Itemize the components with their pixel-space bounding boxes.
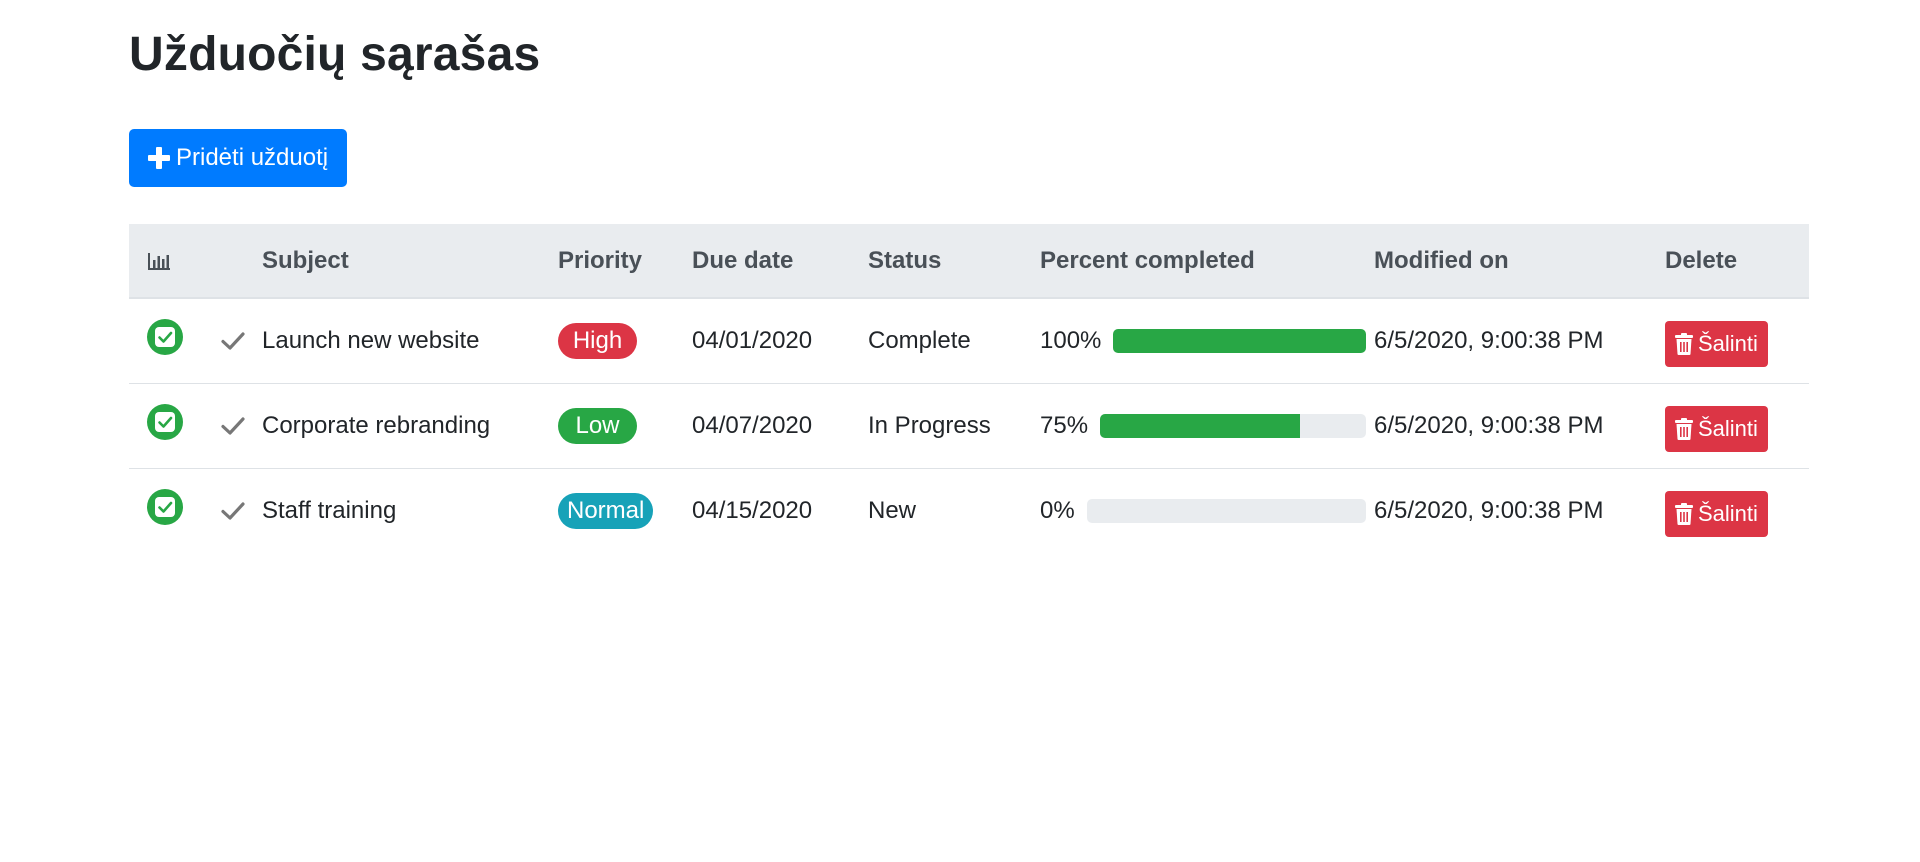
delete-button[interactable]: Šalinti (1665, 320, 1768, 367)
priority-cell: Low (558, 383, 692, 468)
task-subject[interactable]: Launch new website (262, 298, 558, 383)
percent-label: 0% (1040, 496, 1075, 524)
delete-button-label: Šalinti (1698, 500, 1758, 526)
percent-label: 100% (1040, 326, 1102, 354)
header-delete: Delete (1665, 224, 1809, 299)
progress-bar (1113, 328, 1366, 353)
priority-badge: Normal (558, 492, 654, 529)
task-due-date: 04/15/2020 (692, 496, 813, 524)
percent-cell: 100% (1040, 298, 1374, 383)
header-status[interactable]: Status (868, 224, 1040, 299)
task-status: Complete (868, 326, 971, 354)
row-tick-cell (220, 298, 262, 383)
delete-button-label: Šalinti (1698, 415, 1758, 441)
delete-cell: Šalinti (1665, 298, 1809, 383)
check-square-icon[interactable] (147, 319, 183, 356)
delete-cell: Šalinti (1665, 383, 1809, 468)
row-tick-cell (220, 383, 262, 468)
tasks-table: Subject Priority Due date Status Percent… (129, 224, 1809, 553)
tasks-table-body: Launch new website High 04/01/2020 Complete… (129, 298, 1809, 553)
progress-bar-fill (1113, 328, 1366, 353)
task-subject[interactable]: Staff training (262, 468, 558, 553)
page-title: Užduočių sąrašas (129, 28, 541, 81)
table-row: Staff training Normal 04/15/2020 New 0% 6/5/2… (129, 468, 1809, 553)
plus-icon (148, 147, 170, 169)
table-row: Corporate rebranding Low 04/07/2020 In Prog… (129, 383, 1809, 468)
row-tick-cell (220, 468, 262, 553)
check-square-icon[interactable] (147, 404, 183, 440)
table-row: Launch new website High 04/01/2020 Complete… (129, 298, 1809, 383)
row-done-cell (129, 383, 220, 468)
progress-bar (1100, 413, 1366, 438)
delete-button[interactable]: Šalinti (1665, 405, 1768, 452)
task-due-date: 04/01/2020 (692, 326, 813, 354)
task-subject[interactable]: Corporate rebranding (262, 383, 558, 468)
trash-icon (1675, 332, 1693, 355)
delete-button[interactable]: Šalinti (1665, 490, 1768, 537)
check-square-icon[interactable] (147, 489, 183, 526)
row-done-cell (129, 298, 220, 383)
checkmark-icon[interactable] (220, 413, 246, 439)
priority-badge: Low (558, 407, 637, 444)
priority-badge: High (558, 322, 637, 359)
header-priority[interactable]: Priority (558, 224, 692, 299)
percent-cell: 75% (1040, 383, 1374, 468)
task-status: In Progress (868, 411, 991, 439)
bar-chart-icon (148, 253, 170, 271)
row-done-cell (129, 468, 220, 553)
task-modified-on: 6/5/2020, 9:00:38 PM (1374, 496, 1604, 524)
add-task-button-label: Pridėti užduotį (176, 144, 329, 171)
trash-icon (1675, 417, 1693, 440)
trash-icon (1675, 502, 1693, 525)
checkmark-icon[interactable] (220, 498, 246, 524)
percent-cell: 0% (1040, 468, 1374, 553)
percent-label: 75% (1040, 411, 1089, 439)
delete-button-label: Šalinti (1698, 330, 1758, 356)
header-check-cell (220, 224, 262, 299)
header-modified-on[interactable]: Modified on (1374, 224, 1665, 299)
header-due-date[interactable]: Due date (692, 224, 868, 299)
priority-cell: High (558, 298, 692, 383)
priority-cell: Normal (558, 468, 692, 553)
header-stats-cell (129, 224, 220, 299)
add-task-button[interactable]: Pridėti užduotį (129, 129, 348, 187)
header-subject[interactable]: Subject (262, 224, 558, 299)
task-due-date: 04/07/2020 (692, 411, 813, 439)
delete-cell: Šalinti (1665, 468, 1809, 553)
checkmark-icon[interactable] (220, 328, 246, 354)
task-modified-on: 6/5/2020, 9:00:38 PM (1374, 411, 1604, 439)
progress-bar-fill (1100, 413, 1300, 438)
header-percent-completed[interactable]: Percent completed (1040, 224, 1374, 299)
task-modified-on: 6/5/2020, 9:00:38 PM (1374, 326, 1604, 354)
table-header-row: Subject Priority Due date Status Percent… (129, 224, 1809, 299)
progress-bar (1086, 498, 1366, 523)
task-status: New (868, 496, 917, 524)
